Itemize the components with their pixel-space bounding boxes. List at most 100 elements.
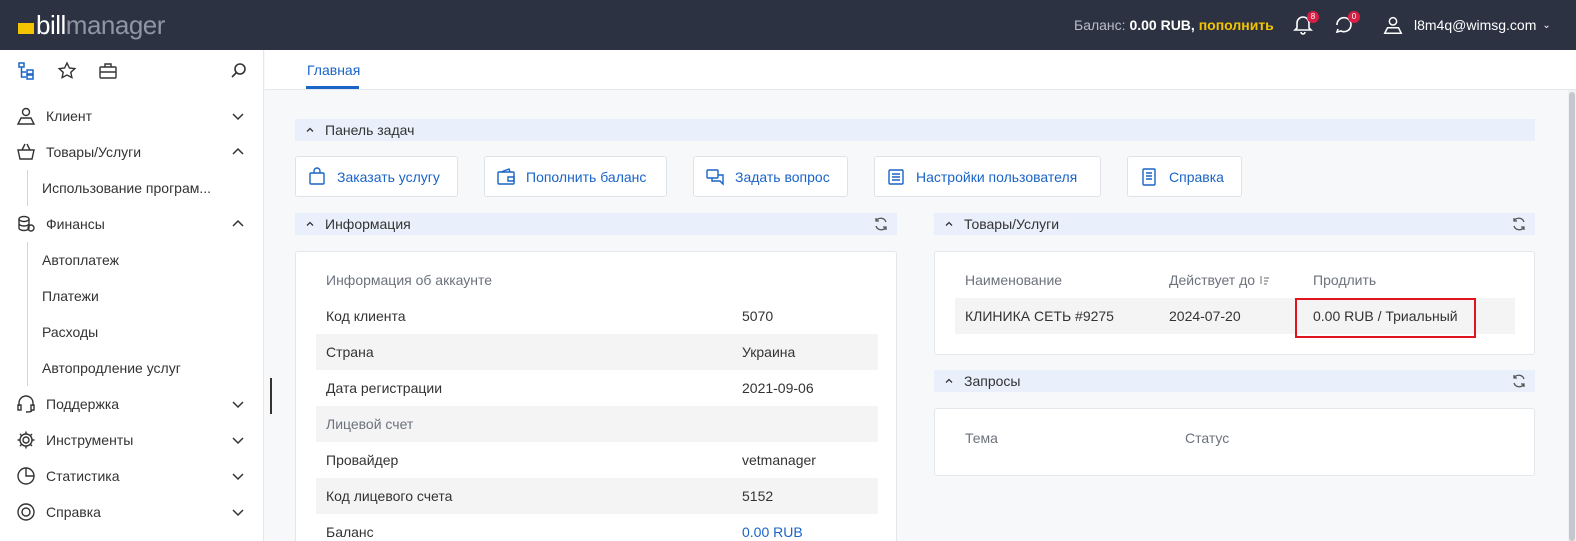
sort-icon <box>1260 276 1269 285</box>
order-service-button[interactable]: Заказать услугу <box>295 156 458 197</box>
highlight-annotation <box>1295 298 1476 338</box>
sidebar-item-help[interactable]: Справка <box>0 494 263 530</box>
notifications-badge: 8 <box>1307 11 1319 23</box>
sidebar-subitem-expenses[interactable]: Расходы <box>0 314 263 350</box>
info-card: Информация об аккаунте Код клиента 5070 … <box>295 251 897 541</box>
sidebar-subitem-software-usage[interactable]: Использование програм... <box>0 170 263 206</box>
info-value: Украина <box>742 344 796 360</box>
sidebar-item-finance[interactable]: Финансы <box>0 206 263 242</box>
sidebar-subitem-payments[interactable]: Платежи <box>0 278 263 314</box>
info-row-account-header: Информация об аккаунте <box>316 262 878 298</box>
menu-tree-icon[interactable] <box>17 61 37 81</box>
sidebar-resize-handle[interactable] <box>270 378 272 414</box>
help-label: Справка <box>1169 168 1224 185</box>
topup-balance-button[interactable]: Пополнить баланс <box>484 156 667 197</box>
help-button[interactable]: Справка <box>1127 156 1242 197</box>
chevron-up-icon <box>232 219 244 227</box>
balance-indicator: Баланс: 0.00 RUB, пополнить <box>1074 17 1274 33</box>
support-button[interactable]: 0 <box>1332 11 1360 38</box>
search-icon[interactable] <box>229 61 249 81</box>
order-service-label: Заказать услугу <box>337 168 440 185</box>
chevron-down-icon <box>232 509 244 517</box>
lifebuoy-icon <box>17 503 35 521</box>
info-value: 5070 <box>742 308 774 324</box>
info-row-client-code: Код клиента 5070 <box>316 298 878 334</box>
top-bar: bill manager Баланс: 0.00 RUB, пополнить… <box>0 0 1576 50</box>
chevron-down-icon <box>232 113 244 121</box>
tab-main[interactable]: Главная <box>307 62 360 78</box>
chevron-down-icon <box>232 473 244 481</box>
topup-balance-label: Пополнить баланс <box>526 168 647 185</box>
column-header-label: Действует до <box>1169 272 1256 288</box>
column-header-renew: Продлить <box>1313 272 1377 288</box>
briefcase-icon[interactable] <box>98 61 118 81</box>
service-expires: 2024-07-20 <box>1169 308 1241 324</box>
sidebar-item-label: Финансы <box>46 216 105 232</box>
service-name: КЛИНИКА СЕТЬ #9275 <box>965 308 1114 324</box>
sidebar-item-label: Товары/Услуги <box>46 144 142 160</box>
pie-chart-icon <box>17 467 35 485</box>
sidebar-item-tools[interactable]: Инструменты <box>0 422 263 458</box>
info-row-account-section: Лицевой счет <box>316 406 878 442</box>
info-key: Лицевой счет <box>326 416 414 432</box>
info-panel-header[interactable]: Информация <box>295 213 897 235</box>
coins-icon <box>18 215 35 232</box>
document-icon <box>1142 167 1156 186</box>
requests-panel-header[interactable]: Запросы <box>934 370 1535 392</box>
tab-bar: Главная <box>265 50 1576 90</box>
chevron-up-icon <box>232 147 244 155</box>
chevron-down-icon: ⌄ <box>1542 19 1551 31</box>
collapse-icon <box>945 221 953 226</box>
logo-mark <box>18 22 34 34</box>
sidebar: Клиент Товары/Услуги Использование прогр… <box>0 50 264 541</box>
info-key: Страна <box>326 344 374 360</box>
column-header-name[interactable]: Наименование <box>965 272 1062 288</box>
main-scrollbar-thumb[interactable] <box>1569 92 1575 541</box>
services-panel-header[interactable]: Товары/Услуги <box>934 213 1535 235</box>
info-row-registration-date: Дата регистрации 2021-09-06 <box>316 370 878 406</box>
info-row-country: Страна Украина <box>316 334 878 370</box>
wallet-icon <box>497 167 515 185</box>
column-header-expires[interactable]: Действует до <box>1169 272 1271 288</box>
client-icon <box>16 107 36 125</box>
services-panel-title: Товары/Услуги <box>964 216 1060 232</box>
info-key: Код лицевого счета <box>326 488 453 504</box>
sidebar-item-support[interactable]: Поддержка <box>0 386 263 422</box>
user-icon <box>1383 16 1403 34</box>
sidebar-item-label: Поддержка <box>46 396 120 412</box>
billmanager-logo[interactable]: bill manager <box>18 8 165 42</box>
sidebar-toolbar <box>0 50 263 90</box>
active-tab-indicator <box>306 86 359 89</box>
requests-card: Тема Статус <box>934 408 1535 476</box>
notifications-button[interactable]: 8 <box>1291 11 1319 38</box>
logo-text-manager: manager <box>65 9 166 40</box>
taskbar-panel-header[interactable]: Панель задач <box>295 119 1535 141</box>
sidebar-item-goods-services[interactable]: Товары/Услуги <box>0 134 263 170</box>
refresh-icon[interactable] <box>1511 216 1527 232</box>
headset-icon <box>17 395 35 413</box>
refresh-icon[interactable] <box>873 216 889 232</box>
sidebar-item-statistics[interactable]: Статистика <box>0 458 263 494</box>
settings-list-icon <box>888 168 904 185</box>
sidebar-item-label: Справка <box>46 504 101 520</box>
sidebar-subitem-autopayment[interactable]: Автоплатеж <box>0 242 263 278</box>
collapse-icon <box>306 127 314 132</box>
chat-bubbles-icon <box>706 168 724 186</box>
star-icon[interactable] <box>57 61 77 81</box>
topup-link[interactable]: пополнить <box>1199 17 1274 33</box>
balance-link[interactable]: 0.00 RUB <box>742 524 803 540</box>
ask-question-button[interactable]: Задать вопрос <box>693 156 848 197</box>
info-value: 5152 <box>742 488 774 504</box>
sidebar-item-client[interactable]: Клиент <box>0 98 263 134</box>
sidebar-submenu-finance: Автоплатеж Платежи Расходы Автопродление… <box>0 242 263 386</box>
ask-question-label: Задать вопрос <box>735 168 830 185</box>
info-value: vetmanager <box>742 452 816 468</box>
basket-icon <box>17 143 35 160</box>
chevron-down-icon <box>232 401 244 409</box>
refresh-icon[interactable] <box>1511 373 1527 389</box>
user-settings-button[interactable]: Настройки пользователя <box>874 156 1101 197</box>
requests-panel-title: Запросы <box>964 373 1021 389</box>
info-key: Информация об аккаунте <box>326 272 493 288</box>
sidebar-subitem-autorenewal[interactable]: Автопродление услуг <box>0 350 263 386</box>
user-menu[interactable]: l8m4q@wimsg.com ⌄ <box>1382 14 1551 36</box>
